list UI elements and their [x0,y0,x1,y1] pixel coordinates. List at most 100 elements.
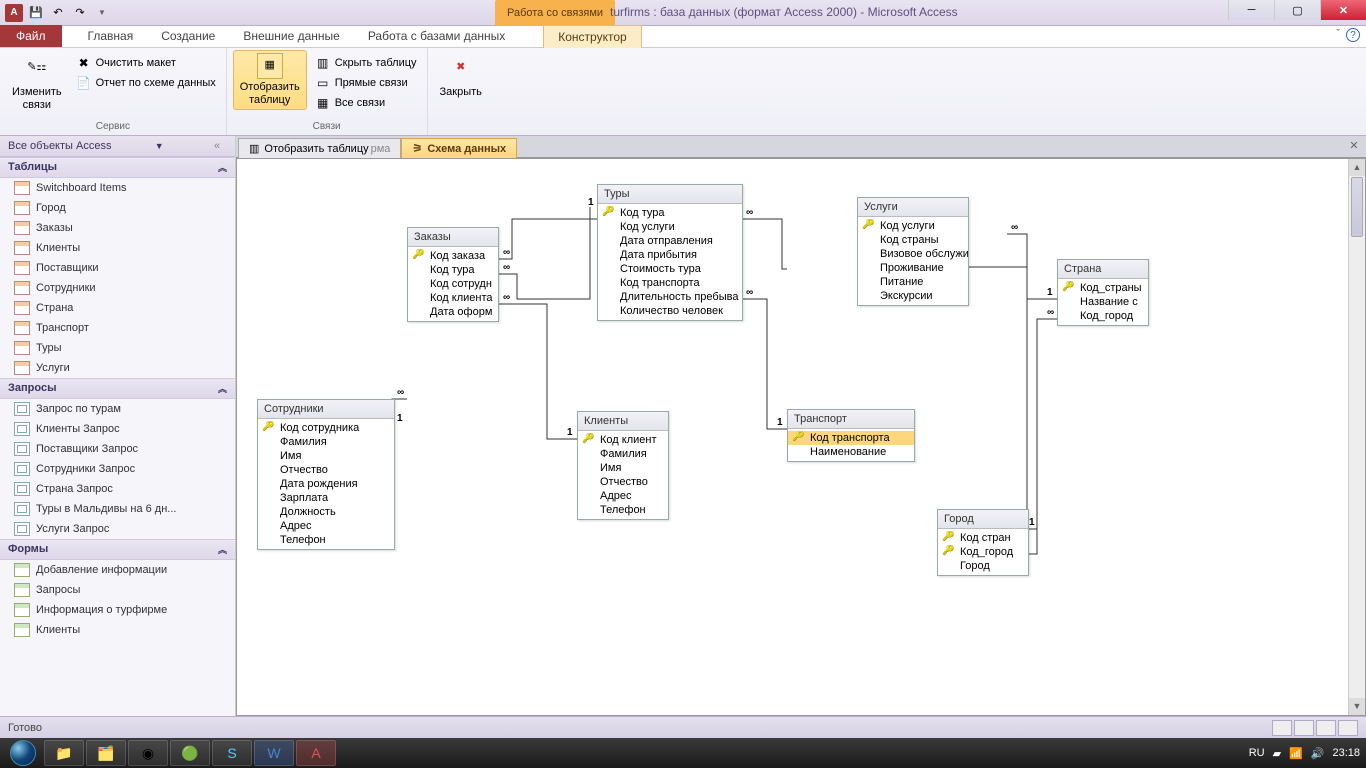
table-field[interactable]: Адрес [258,519,394,533]
edit-relationships-button[interactable]: ✎⚏ Изменить связи [6,50,68,114]
table-transport[interactable]: ТранспортКод транспортаНаименование [787,409,915,462]
table-field[interactable]: Код сотрудн [408,277,498,291]
table-field[interactable]: Город [938,559,1028,573]
table-field[interactable]: Код клиент [578,433,668,447]
nav-header[interactable]: Все объекты Access ▼ « [0,136,235,157]
tray-flag-icon[interactable]: ▰ [1273,747,1281,760]
table-field[interactable]: Телефон [258,533,394,547]
table-title[interactable]: Транспорт [788,410,914,429]
nav-item[interactable]: Заказы [0,218,235,238]
table-title[interactable]: Туры [598,185,742,204]
table-field[interactable]: Дата оформ [408,305,498,319]
hide-table-button[interactable]: ▥Скрыть таблицу [311,54,421,72]
nav-item[interactable]: Страна Запрос [0,479,235,499]
view-btn-3[interactable] [1316,720,1336,736]
table-field[interactable]: Дата прибытия [598,248,742,262]
clear-layout-button[interactable]: ✖Очистить макет [72,54,220,72]
nav-item[interactable]: Поставщики Запрос [0,439,235,459]
nav-item[interactable]: Клиенты [0,238,235,258]
tab-home[interactable]: Главная [74,25,148,47]
table-field[interactable]: Дата рождения [258,477,394,491]
nav-item[interactable]: Информация о турфирме [0,600,235,620]
nav-item[interactable]: Запрос по турам [0,399,235,419]
table-field[interactable]: Код_город [938,545,1028,559]
relationship-report-button[interactable]: 📄Отчет по схеме данных [72,74,220,92]
nav-item[interactable]: Услуги [0,358,235,378]
show-table-button[interactable]: ▦ Отобразить таблицу [233,50,307,110]
nav-item[interactable]: Клиенты Запрос [0,419,235,439]
table-field[interactable]: Зарплата [258,491,394,505]
table-title[interactable]: Клиенты [578,412,668,431]
table-field[interactable]: Питание [858,275,968,289]
taskbar-steam[interactable]: ◉ [128,740,168,766]
table-title[interactable]: Сотрудники [258,400,394,419]
tray-lang[interactable]: RU [1249,747,1265,759]
nav-group-queries[interactable]: Запросы︽ [0,378,235,399]
table-field[interactable]: Адрес [578,489,668,503]
tray-clock[interactable]: 23:18 [1332,747,1360,759]
table-field[interactable]: Код транспорта [788,431,914,445]
nav-item[interactable]: Транспорт [0,318,235,338]
table-tours[interactable]: ТурыКод тураКод услугиДата отправленияДа… [597,184,743,321]
table-orders[interactable]: ЗаказыКод заказаКод тураКод сотруднКод к… [407,227,499,322]
table-title[interactable]: Город [938,510,1028,529]
nav-item[interactable]: Добавление информации [0,560,235,580]
table-clients[interactable]: КлиентыКод клиентФамилияИмяОтчествоАдрес… [577,411,669,520]
nav-item[interactable]: Сотрудники Запрос [0,459,235,479]
nav-item[interactable]: Поставщики [0,258,235,278]
table-field[interactable]: Фамилия [578,447,668,461]
relationship-canvas[interactable]: 1 ∞ ∞ 1 ∞ ∞ 1 ∞ ∞ 1 1 ∞ 1 1 ∞ ∞ ТурыКод … [236,158,1366,716]
table-field[interactable]: Дата отправления [598,234,742,248]
view-btn-2[interactable] [1294,720,1314,736]
tab-create[interactable]: Создание [147,25,229,47]
close-button[interactable]: ✕ [1320,0,1366,20]
tray-volume-icon[interactable]: 🔊 [1311,747,1325,760]
nav-item[interactable]: Switchboard Items [0,178,235,198]
table-field[interactable]: Код услуги [858,219,968,233]
taskbar-skype[interactable]: S [212,740,252,766]
table-field[interactable]: Должность [258,505,394,519]
save-icon[interactable]: 💾 [26,3,46,23]
table-field[interactable]: Имя [258,449,394,463]
table-field[interactable]: Количество человек [598,304,742,318]
taskbar-word[interactable]: W [254,740,294,766]
table-field[interactable]: Код стран [938,531,1028,545]
scroll-up-icon[interactable]: ▲ [1349,159,1365,176]
nav-item[interactable]: Услуги Запрос [0,519,235,539]
table-title[interactable]: Страна [1058,260,1148,279]
table-field[interactable]: Код услуги [598,220,742,234]
vertical-scrollbar[interactable]: ▲ ▼ [1348,159,1365,715]
qat-dropdown-icon[interactable]: ▼ [92,3,112,23]
table-field[interactable]: Стоимость тура [598,262,742,276]
table-title[interactable]: Услуги [858,198,968,217]
table-country[interactable]: СтранаКод_страныНазвание сКод_город [1057,259,1149,326]
nav-item[interactable]: Туры [0,338,235,358]
table-field[interactable]: Фамилия [258,435,394,449]
close-design-button[interactable]: ✖ Закрыть [434,50,488,101]
tab-external-data[interactable]: Внешние данные [229,25,354,47]
table-field[interactable]: Код транспорта [598,276,742,290]
doc-tab-schema[interactable]: ⚞Схема данных [401,138,517,158]
table-field[interactable]: Имя [578,461,668,475]
table-services[interactable]: УслугиКод услугиКод страныВизовое обслуж… [857,197,969,306]
scroll-down-icon[interactable]: ▼ [1349,698,1365,715]
table-field[interactable]: Проживание [858,261,968,275]
table-field[interactable]: Визовое обслужи [858,247,968,261]
table-field[interactable]: Экскурсии [858,289,968,303]
tab-database-tools[interactable]: Работа с базами данных [354,25,519,47]
view-switcher[interactable] [1272,720,1358,736]
table-field[interactable]: Отчество [258,463,394,477]
maximize-button[interactable]: ▢ [1274,0,1320,20]
taskbar-explorer[interactable]: 📁 [44,740,84,766]
scroll-thumb[interactable] [1351,177,1363,237]
table-field[interactable]: Код заказа [408,249,498,263]
nav-item[interactable]: Туры в Мальдивы на 6 дн... [0,499,235,519]
tab-design[interactable]: Конструктор [543,25,641,48]
nav-item[interactable]: Клиенты [0,620,235,640]
table-field[interactable]: Код_страны [1058,281,1148,295]
nav-search-icon[interactable]: « [207,140,227,152]
table-field[interactable]: Код_город [1058,309,1148,323]
table-city[interactable]: ГородКод странКод_городГород [937,509,1029,576]
table-title[interactable]: Заказы [408,228,498,247]
table-field[interactable]: Код тура [408,263,498,277]
